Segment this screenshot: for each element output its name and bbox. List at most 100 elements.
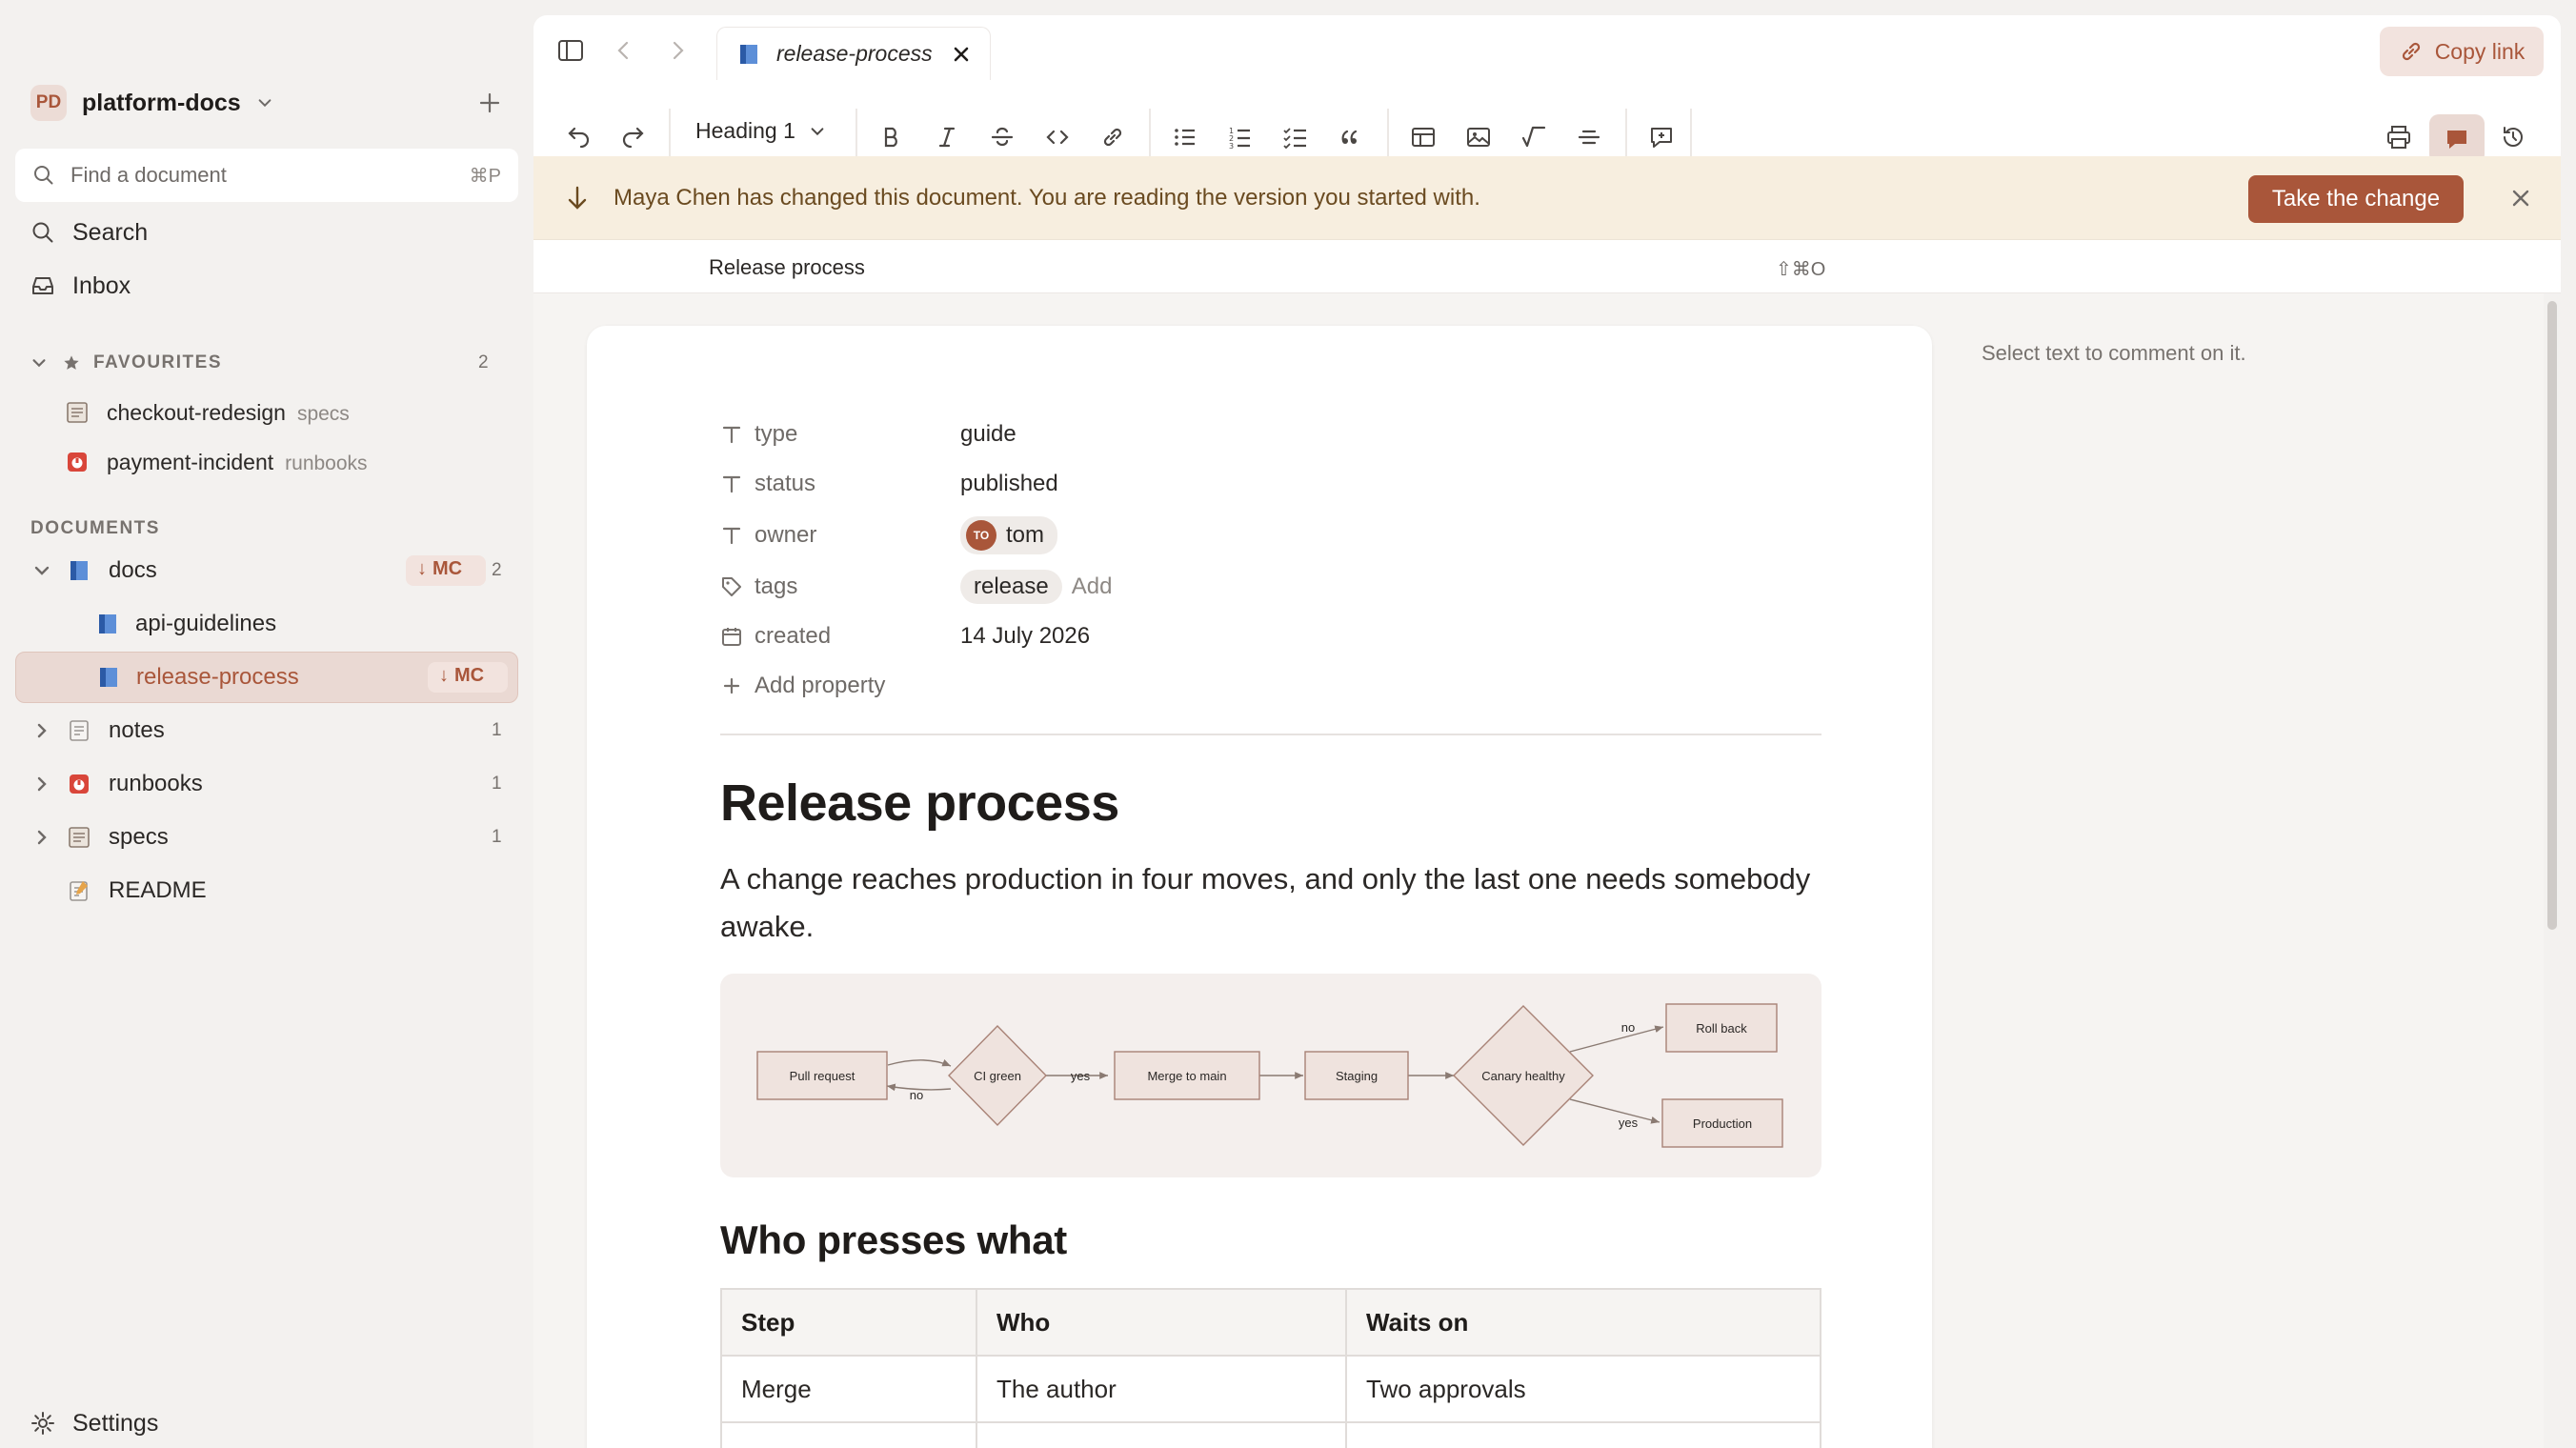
property-key: created [755, 623, 832, 649]
property-value: 14 July 2026 [960, 623, 1091, 649]
outline-title: Release process [709, 255, 865, 279]
numbered-list-icon[interactable]: 123 [1227, 124, 1254, 151]
owner-chip[interactable]: TO tom [960, 516, 1058, 554]
close-icon[interactable] [2509, 187, 2532, 210]
property-type[interactable]: type guide [720, 415, 1016, 453]
chevron-right-icon[interactable] [32, 721, 51, 740]
properties-divider [720, 734, 1821, 735]
heading-level-select[interactable]: Heading 1 [695, 118, 826, 144]
blue-book-icon [740, 44, 757, 64]
print-icon[interactable] [2385, 124, 2412, 151]
property-value: TO tom [960, 516, 1058, 554]
doc-tree-runbooks[interactable]: runbooks 1 [15, 758, 518, 810]
table-icon[interactable] [1410, 124, 1437, 151]
favourite-item-payment-incident[interactable]: payment-incident runbooks [15, 436, 518, 488]
link-icon[interactable] [1099, 124, 1126, 151]
divider-icon[interactable] [1576, 124, 1602, 151]
settings-button[interactable]: Settings [30, 1404, 158, 1442]
table-header: Who [976, 1288, 1347, 1357]
scrollbar[interactable] [2544, 293, 2561, 1448]
toolbar-divider [1149, 109, 1151, 156]
close-icon[interactable] [952, 45, 971, 64]
copy-link-button[interactable]: Copy link [2380, 27, 2544, 76]
favourite-label: checkout-redesign specs [107, 399, 350, 425]
chevron-down-icon [811, 127, 824, 135]
history-icon[interactable] [2500, 124, 2526, 151]
node-label: Roll back [1696, 1021, 1747, 1036]
chevron-right-icon[interactable] [32, 774, 51, 794]
undo-icon[interactable] [566, 124, 593, 151]
workspace-switcher[interactable]: PD platform-docs [30, 84, 273, 122]
doc-tree-api-guidelines[interactable]: api-guidelines [15, 598, 518, 650]
text-property-icon [722, 475, 741, 493]
chevron-right-icon[interactable] [32, 828, 51, 847]
quote-icon[interactable] [1338, 124, 1364, 151]
code-icon[interactable] [1044, 124, 1071, 151]
banner-message: Maya Chen has changed this document. You… [614, 185, 1480, 211]
workspace-name: platform-docs [82, 89, 241, 116]
doc-tree-readme[interactable]: README [15, 865, 518, 916]
editor-panel: release-process Copy link Heading 1 123 [533, 15, 2561, 1448]
property-tags[interactable]: tags release Add [720, 568, 1112, 606]
strikethrough-icon[interactable] [989, 124, 1016, 151]
chevron-down-icon [258, 99, 272, 108]
property-key: type [755, 421, 798, 447]
outline-bar[interactable]: Release process ⇧⌘O [533, 240, 2561, 293]
inbox-label: Inbox [72, 272, 131, 299]
calendar-icon [722, 628, 741, 646]
italic-icon[interactable] [934, 124, 960, 151]
edge-label-yes: yes [1071, 1069, 1091, 1083]
outline-shortcut: ⇧⌘O [1776, 259, 1826, 280]
table-cell [976, 1421, 1347, 1448]
new-document-plus-icon[interactable] [476, 90, 503, 116]
doc-tree-notes[interactable]: notes 1 [15, 705, 518, 756]
table-header: Step [720, 1288, 977, 1357]
who-presses-what-table: Step Who Waits on Merge The author Two a… [720, 1288, 1821, 1448]
bullet-list-icon[interactable] [1172, 124, 1198, 151]
tag-icon [722, 577, 741, 596]
favourites-heading[interactable]: FAVOURITES [30, 352, 222, 373]
scrollbar-thumb[interactable] [2547, 301, 2557, 930]
tag-chip[interactable]: release [960, 570, 1062, 604]
table-cell: Two approvals [1345, 1355, 1821, 1423]
favourites-count: 2 [478, 352, 489, 372]
document-canvas: type guide status published owner TO tom [533, 293, 2544, 1448]
toolbar-divider [669, 109, 671, 156]
forward-arrow-icon[interactable] [663, 36, 692, 65]
back-arrow-icon[interactable] [610, 36, 638, 65]
add-comment-icon[interactable] [1648, 124, 1675, 151]
find-document-input[interactable]: Find a document ⌘P [15, 149, 518, 202]
property-owner[interactable]: owner TO tom [720, 516, 1058, 554]
sidebar-toggle-icon[interactable] [556, 36, 585, 65]
image-icon[interactable] [1465, 124, 1492, 151]
documents-heading: DOCUMENTS [30, 518, 160, 538]
sidebar-search[interactable]: Search [30, 213, 148, 251]
add-property-button[interactable]: Add property [720, 667, 885, 705]
node-label: Canary healthy [1481, 1069, 1565, 1083]
property-value: published [960, 471, 1058, 496]
blue-book-icon [100, 668, 117, 687]
alarm-icon [68, 452, 87, 472]
doc-tree-specs[interactable]: specs 1 [15, 812, 518, 863]
take-the-change-button[interactable]: Take the change [2248, 175, 2464, 223]
comment-hint: Select text to comment on it. [1982, 341, 2246, 365]
checklist-icon[interactable] [1282, 124, 1309, 151]
find-placeholder: Find a document [70, 163, 227, 187]
redo-icon[interactable] [619, 124, 646, 151]
table-header: Waits on [1345, 1288, 1821, 1357]
property-created[interactable]: created 14 July 2026 [720, 617, 1090, 655]
flow-diagram-svg: Pull request CI green Merge to main Stag… [756, 1003, 1783, 1148]
favourite-item-checkout-redesign[interactable]: checkout-redesign specs [15, 387, 518, 438]
chevron-down-icon [32, 359, 46, 368]
text-property-icon [722, 426, 741, 444]
sidebar: PD platform-docs Find a document ⌘P Sear… [0, 0, 533, 1448]
chevron-down-icon[interactable] [32, 561, 51, 580]
tab-release-process[interactable]: release-process [716, 27, 991, 80]
doc-tree-release-process[interactable]: release-process ↓ MC [15, 652, 518, 703]
bold-icon[interactable] [878, 124, 905, 151]
property-status[interactable]: status published [720, 465, 1058, 503]
add-tag-button[interactable]: Add [1072, 573, 1113, 600]
math-formula-icon[interactable] [1520, 124, 1547, 151]
doc-tree-docs[interactable]: docs ↓ MC 2 [15, 545, 518, 596]
sidebar-inbox[interactable]: Inbox [30, 267, 131, 305]
